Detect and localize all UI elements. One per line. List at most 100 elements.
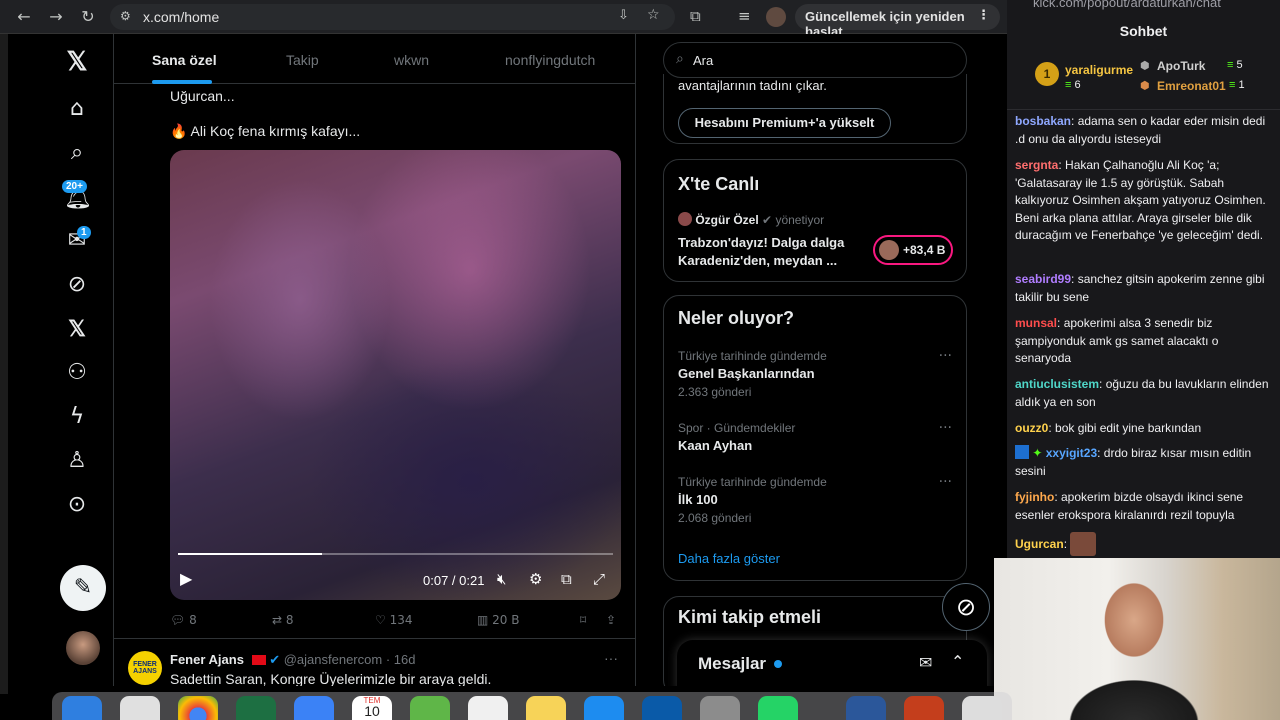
fener-ajans-avatar[interactable]: FENER AJANS	[128, 651, 162, 685]
repost-button[interactable]: ⇄ 8	[272, 613, 294, 627]
like-button[interactable]: ♡ 134	[375, 613, 413, 627]
chat-message: fyjinho: apokerim bizde olsaydı ikinci s…	[1015, 490, 1244, 522]
tab-following[interactable]: Takip	[286, 52, 319, 68]
excel-app-icon[interactable]	[236, 696, 276, 720]
update-restart-button[interactable]: Güncellemek için yeniden başlat ⋮	[795, 4, 1000, 39]
calendar-app-icon[interactable]: TEM 10	[352, 696, 392, 720]
profile-person-icon[interactable]: ♙	[64, 448, 90, 474]
outlook-app-icon[interactable]	[642, 696, 682, 720]
mail-app-icon[interactable]	[294, 696, 334, 720]
trend-more-icon[interactable]: ···	[939, 348, 952, 364]
gift-icon: ≡	[1227, 59, 1234, 71]
post-time[interactable]: · 16d	[386, 652, 416, 667]
bookmark-star-icon[interactable]: ☆	[647, 7, 660, 23]
picture-in-picture-icon[interactable]: ⧉	[561, 570, 572, 588]
x-logo-icon[interactable]: 𝕏	[64, 48, 90, 74]
macos-dock: TEM 10	[52, 692, 1012, 720]
play-icon[interactable]: ▶	[180, 569, 192, 588]
leader-third-name[interactable]: Emreonat01	[1157, 79, 1226, 93]
trend-name[interactable]: Genel Başkanlarından	[678, 366, 815, 381]
maps-app-icon[interactable]	[410, 696, 450, 720]
trend-name[interactable]: İlk 100	[678, 492, 718, 507]
more-options-icon[interactable]: ···	[604, 650, 618, 666]
communities-icon[interactable]: ⚇	[64, 360, 90, 386]
follow-title: Kimi takip etmeli	[678, 607, 822, 627]
gift-icon: ≡	[1065, 79, 1072, 91]
home-icon[interactable]: ⌂	[64, 96, 90, 122]
search-box[interactable]: ⌕ Ara	[663, 42, 967, 78]
notifications-badge: 20+	[62, 180, 87, 193]
tab-for-you[interactable]: Sana özel	[152, 52, 217, 68]
site-info-icon[interactable]: ⚙	[120, 9, 131, 23]
tab-nonflyingdutch[interactable]: nonflyingdutch	[505, 52, 595, 68]
video-progress-bar[interactable]	[178, 553, 613, 555]
profile-avatar-icon[interactable]	[766, 7, 786, 27]
finder-app-icon[interactable]	[62, 696, 102, 720]
settings-gear-icon[interactable]: ⚙	[529, 570, 542, 588]
address-bar[interactable]: ⚙ x.com/home ⇩ ☆	[110, 4, 675, 30]
show-more-link[interactable]: Daha fazla göster	[678, 551, 780, 566]
expand-chevron-icon[interactable]: ⌃	[951, 652, 964, 671]
messages-title: Mesajlar	[698, 654, 767, 673]
chat-username: ouzz0	[1015, 421, 1049, 435]
live-listeners-pill[interactable]: +83,4 B	[873, 235, 953, 265]
kebab-menu-icon[interactable]: ⋮	[977, 8, 990, 23]
bookmark-icon[interactable]: ⌑	[580, 613, 586, 627]
share-icon[interactable]: ⇪	[606, 613, 616, 627]
view-count: 20 B	[492, 613, 520, 627]
leader-second-name[interactable]: ApoTurk	[1157, 59, 1205, 73]
video-progress-fill	[178, 553, 322, 555]
reminders-app-icon[interactable]	[468, 696, 508, 720]
premium-x-icon[interactable]: 𝕏	[64, 316, 90, 342]
system-settings-icon[interactable]	[700, 696, 740, 720]
reply-button[interactable]: 💬︎ 8	[170, 613, 197, 627]
new-message-icon[interactable]: ✉	[919, 653, 932, 672]
verified-orgs-lightning-icon[interactable]: ϟ	[64, 404, 90, 430]
emote-image	[1070, 532, 1097, 556]
word-app-icon[interactable]	[846, 696, 886, 720]
mute-icon[interactable]: 🔇︎	[497, 570, 506, 588]
chrome-app-icon[interactable]	[178, 696, 218, 720]
whatsapp-app-icon[interactable]	[758, 696, 798, 720]
explore-search-icon[interactable]: ⌕	[64, 140, 90, 166]
back-icon[interactable]: ←	[14, 7, 34, 27]
media-control-icon[interactable]: ≡	[738, 7, 751, 25]
fullscreen-icon[interactable]: ⤢	[593, 570, 605, 588]
chat-message: antiuclusistem: oğuzu da bu lavukların e…	[1015, 377, 1269, 409]
reload-icon[interactable]: ↻	[78, 7, 98, 27]
tab-wkwn[interactable]: wkwn	[394, 52, 429, 68]
more-circle-icon[interactable]: ⊙	[64, 492, 90, 518]
author-name[interactable]: Fener Ajans	[170, 652, 244, 667]
leader-first-name[interactable]: yaraligurme	[1065, 63, 1133, 77]
live-topic-line2[interactable]: Karadeniz'den, meydan ...	[678, 253, 837, 268]
live-topic-line1[interactable]: Trabzon'dayız! Dalga dalga	[678, 235, 844, 250]
chat-username: bosbakan	[1015, 114, 1072, 128]
chat-title: Sohbet	[1119, 23, 1168, 39]
next-tweet-text: Sadettin Saran, Kongre Üyelerimizle bir …	[170, 671, 492, 686]
install-icon[interactable]: ⇩	[618, 8, 629, 23]
app-store-icon[interactable]	[584, 696, 624, 720]
grok-floating-icon[interactable]: ⊘	[942, 583, 990, 631]
tweet-video[interactable]: ▶ 0:07 / 0:21 🔇︎ ⚙ ⧉ ⤢	[170, 150, 621, 600]
sub-badge-icon	[1015, 445, 1029, 459]
grok-icon[interactable]: ⊘	[64, 272, 90, 298]
webcam-feed	[994, 558, 1280, 720]
host-avatar	[678, 212, 692, 226]
trend-name[interactable]: Kaan Ayhan	[678, 438, 752, 453]
preview-app-icon[interactable]	[962, 696, 1002, 720]
compose-post-icon[interactable]: ✎	[60, 565, 106, 611]
account-avatar[interactable]	[66, 631, 100, 665]
launchpad-app-icon[interactable]	[120, 696, 160, 720]
trend-more-icon[interactable]: ···	[939, 474, 952, 490]
extensions-icon[interactable]: ⧉	[690, 7, 701, 25]
views-button[interactable]: ▥ 20 B	[477, 613, 520, 627]
upgrade-premium-button[interactable]: Hesabını Premium+'a yükselt	[678, 108, 891, 138]
forward-icon[interactable]: →	[46, 7, 66, 27]
messages-drawer[interactable]: Mesajlar ✉ ⌃	[677, 640, 987, 686]
host-name[interactable]: Özgür Özel	[695, 213, 758, 227]
search-placeholder: Ara	[693, 53, 714, 68]
trend-more-icon[interactable]: ···	[939, 420, 952, 436]
notes-app-icon[interactable]	[526, 696, 566, 720]
powerpoint-app-icon[interactable]	[904, 696, 944, 720]
author-handle[interactable]: @ajansfenercom	[284, 652, 382, 667]
